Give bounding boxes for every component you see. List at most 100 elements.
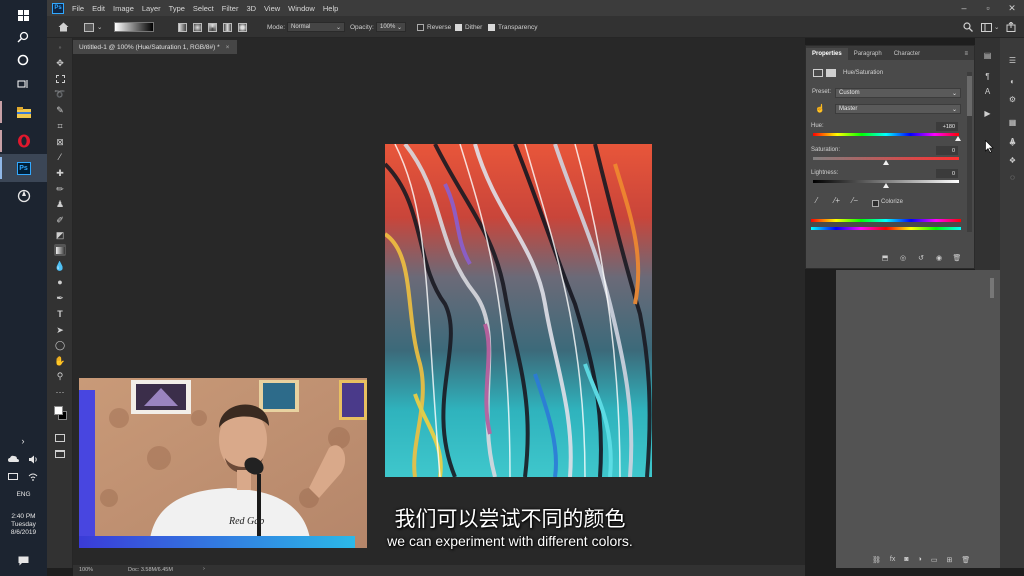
saturation-slider-thumb[interactable] [883, 160, 889, 165]
display-icon[interactable] [4, 466, 22, 488]
dodge-tool-icon[interactable]: ● [54, 276, 66, 288]
menu-3d[interactable]: 3D [246, 4, 256, 13]
lightness-value-field[interactable]: 0 [936, 169, 958, 178]
windows-start-icon[interactable] [12, 4, 34, 26]
channel-dropdown[interactable]: Master ⌄ [835, 104, 961, 114]
adjustment-layer-icon[interactable]: ◑ [918, 556, 922, 564]
close-tab-icon[interactable]: × [226, 44, 230, 51]
eraser-tool-icon[interactable]: ◩ [54, 229, 66, 241]
mode-dropdown[interactable]: Normal ⌄ [287, 21, 345, 33]
photoshop-logo[interactable]: Ps [52, 2, 64, 14]
document-tab[interactable]: Untitled-1 @ 100% (Hue/Saturation 1, RGB… [73, 40, 238, 54]
workspace-icon[interactable]: ⌄ [981, 21, 999, 33]
language-indicator[interactable]: ENG [0, 491, 47, 499]
marquee-tool-icon[interactable] [54, 73, 66, 85]
menu-select[interactable]: Select [193, 4, 214, 13]
delete-icon[interactable]: 🗑 [952, 253, 962, 263]
tab-paragraph[interactable]: Paragraph [848, 48, 888, 60]
opacity-field[interactable]: 100% ⌄ [376, 21, 406, 33]
link-layers-icon[interactable]: ⛓ [872, 556, 881, 564]
reverse-checkbox[interactable]: Reverse [417, 21, 451, 33]
more-tools-icon[interactable]: ··· [54, 386, 66, 398]
add-mask-icon[interactable]: ◙ [904, 556, 908, 564]
dither-checkbox[interactable]: Dither [455, 21, 482, 33]
shape-tool-icon[interactable]: ◯ [54, 339, 66, 351]
menu-window[interactable]: Window [288, 4, 315, 13]
panel-menu-icon[interactable]: ≡ [958, 48, 974, 60]
properties-icon[interactable]: ▦ [1006, 116, 1019, 129]
tool-preset-picker[interactable]: ⌄ [84, 21, 102, 33]
new-group-icon[interactable]: ▭ [931, 556, 938, 564]
move-tool-icon[interactable]: ✥ [54, 57, 66, 69]
preset-dropdown[interactable]: Custom ⌄ [835, 88, 961, 98]
reflected-gradient-icon[interactable] [223, 22, 232, 32]
history-brush-tool-icon[interactable]: ✐ [54, 214, 66, 226]
taskbar-opera[interactable] [0, 127, 47, 155]
menu-image[interactable]: Image [113, 4, 134, 13]
crop-tool-icon[interactable]: ⌗ [54, 120, 66, 132]
share-icon[interactable] [1006, 21, 1016, 33]
home-icon[interactable] [58, 21, 69, 33]
cortana-icon[interactable] [12, 49, 34, 71]
status-menu-icon[interactable]: › [203, 566, 205, 572]
lasso-tool-icon[interactable]: ➰ [54, 88, 66, 100]
eyedropper-subtract-icon[interactable]: ⁄− [852, 196, 858, 205]
new-layer-icon[interactable]: ⊞ [946, 556, 952, 564]
libraries-icon[interactable]: ☰ [1006, 54, 1019, 67]
tab-character[interactable]: Character [888, 48, 926, 60]
reverse-check[interactable] [417, 23, 424, 31]
healing-brush-tool-icon[interactable]: ✚ [54, 167, 66, 179]
transparency-checkbox[interactable]: Transparency [488, 21, 538, 33]
character-icon[interactable]: A [981, 85, 994, 98]
color-swatches[interactable] [54, 404, 67, 424]
task-view-icon[interactable] [12, 73, 34, 95]
angle-gradient-icon[interactable] [208, 22, 217, 32]
panel-collapse-icon[interactable]: » [54, 42, 66, 54]
hue-slider[interactable] [813, 133, 959, 136]
search-icon[interactable] [12, 26, 34, 48]
eyedropper-tool-icon[interactable]: ⁄ [54, 151, 66, 163]
quick-mask-icon[interactable] [54, 432, 66, 444]
transparency-check[interactable] [488, 23, 495, 31]
type-tool-icon[interactable]: T [54, 308, 66, 320]
actions-icon[interactable]: ▶ [981, 107, 994, 120]
menu-help[interactable]: Help [323, 4, 338, 13]
diamond-gradient-icon[interactable] [238, 22, 247, 32]
target-adjustment-hand-icon[interactable]: ☝ [815, 104, 825, 113]
paths-icon[interactable]: ◌ [1006, 171, 1019, 184]
taskbar-file-explorer[interactable] [0, 98, 47, 126]
linear-gradient-icon[interactable] [178, 22, 187, 32]
quick-selection-tool-icon[interactable]: ✎ [54, 104, 66, 116]
taskbar-app-other[interactable] [0, 182, 47, 210]
clip-to-layer-icon[interactable]: ⬒ [880, 253, 890, 263]
adjustments-icon[interactable]: ⚙ [1006, 93, 1019, 106]
pen-tool-icon[interactable]: ✒ [54, 292, 66, 304]
path-selection-tool-icon[interactable]: ➤ [54, 324, 66, 336]
radial-gradient-icon[interactable] [193, 22, 202, 32]
hand-tool-icon[interactable]: ✋ [54, 355, 66, 367]
reset-icon[interactable]: ↺ [916, 253, 926, 263]
notification-icon[interactable] [12, 550, 34, 572]
channels-icon[interactable]: ❖ [1006, 154, 1019, 167]
tab-properties[interactable]: Properties [806, 48, 848, 60]
zoom-tool-icon[interactable]: ⚲ [54, 370, 66, 382]
close-icon[interactable]: ✕ [1000, 0, 1024, 16]
colorize-checkbox[interactable] [872, 200, 879, 207]
foreground-color-swatch[interactable] [54, 406, 63, 415]
menu-type[interactable]: Type [169, 4, 185, 13]
wifi-icon[interactable] [24, 466, 42, 488]
gradient-tool-icon[interactable] [54, 244, 66, 256]
history-icon[interactable]: ▤ [981, 49, 994, 62]
zoom-level[interactable]: 100% [79, 567, 93, 573]
screen-mode-icon[interactable] [54, 448, 66, 460]
brush-tool-icon[interactable]: ✏ [54, 183, 66, 195]
hue-slider-thumb[interactable] [955, 136, 961, 141]
layer-style-icon[interactable]: fx [890, 556, 895, 564]
eyedropper-icon[interactable]: ⁄ [816, 196, 817, 205]
visibility-icon[interactable]: ◉ [934, 253, 944, 263]
layers-icon[interactable]: ◈ [1006, 136, 1019, 149]
mask-icon[interactable] [826, 69, 836, 77]
menu-file[interactable]: File [72, 4, 84, 13]
menu-view[interactable]: View [264, 4, 280, 13]
maximize-icon[interactable]: ▫ [976, 0, 1000, 16]
